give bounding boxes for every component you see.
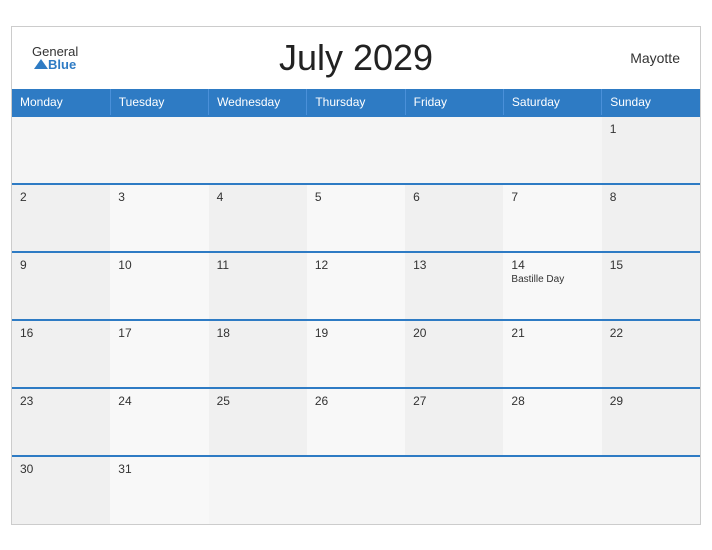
header-tuesday: Tuesday [110, 89, 208, 116]
calendar-cell: 25 [209, 388, 307, 456]
day-number: 25 [217, 394, 299, 408]
day-number: 10 [118, 258, 200, 272]
day-number: 26 [315, 394, 397, 408]
calendar-cell [209, 456, 307, 524]
day-number: 15 [610, 258, 692, 272]
calendar-cell: 13 [405, 252, 503, 320]
calendar-week-row: 16 17 18 19 20 21 22 [12, 320, 700, 388]
header-wednesday: Wednesday [209, 89, 307, 116]
calendar-cell: 15 [602, 252, 700, 320]
day-number: 13 [413, 258, 495, 272]
calendar-cell: 6 [405, 184, 503, 252]
calendar-cell: 19 [307, 320, 405, 388]
day-number: 23 [20, 394, 102, 408]
day-number: 1 [610, 122, 692, 136]
day-number: 11 [217, 258, 299, 272]
calendar-week-row: 9 10 11 12 13 14 Bastille Day 15 [12, 252, 700, 320]
calendar-cell: 4 [209, 184, 307, 252]
calendar-cell: 14 Bastille Day [503, 252, 601, 320]
calendar-cell: 8 [602, 184, 700, 252]
calendar-cell: 16 [12, 320, 110, 388]
calendar-cell: 21 [503, 320, 601, 388]
day-number: 9 [20, 258, 102, 272]
calendar-cell: 31 [110, 456, 208, 524]
calendar-week-row: 2 3 4 5 6 7 8 [12, 184, 700, 252]
day-number: 7 [511, 190, 593, 204]
day-number: 27 [413, 394, 495, 408]
day-number: 22 [610, 326, 692, 340]
day-number: 31 [118, 462, 200, 476]
logo-blue-text: Blue [48, 58, 76, 71]
calendar-cell: 11 [209, 252, 307, 320]
day-number: 18 [217, 326, 299, 340]
calendar-header: General Blue July 2029 Mayotte [12, 27, 700, 89]
logo-triangle-icon [34, 59, 48, 69]
calendar-cell: 2 [12, 184, 110, 252]
calendar-cell [503, 456, 601, 524]
day-number: 8 [610, 190, 692, 204]
header-monday: Monday [12, 89, 110, 116]
calendar-location: Mayotte [630, 50, 680, 66]
day-number: 29 [610, 394, 692, 408]
header-thursday: Thursday [307, 89, 405, 116]
calendar-cell: 12 [307, 252, 405, 320]
calendar-cell [110, 116, 208, 184]
day-number: 14 [511, 258, 593, 272]
calendar-cell: 20 [405, 320, 503, 388]
day-number: 16 [20, 326, 102, 340]
calendar-cell [12, 116, 110, 184]
day-number: 5 [315, 190, 397, 204]
calendar-cell: 22 [602, 320, 700, 388]
calendar-cell: 5 [307, 184, 405, 252]
calendar-cell: 27 [405, 388, 503, 456]
calendar-cell [307, 116, 405, 184]
day-number: 19 [315, 326, 397, 340]
header-sunday: Sunday [602, 89, 700, 116]
day-number: 17 [118, 326, 200, 340]
weekday-header-row: Monday Tuesday Wednesday Thursday Friday… [12, 89, 700, 116]
calendar-cell [405, 456, 503, 524]
day-number: 20 [413, 326, 495, 340]
calendar-cell: 17 [110, 320, 208, 388]
calendar-container: General Blue July 2029 Mayotte Monday Tu… [11, 26, 701, 525]
calendar-cell: 3 [110, 184, 208, 252]
calendar-cell: 9 [12, 252, 110, 320]
calendar-cell: 30 [12, 456, 110, 524]
calendar-cell: 7 [503, 184, 601, 252]
calendar-cell: 18 [209, 320, 307, 388]
logo: General Blue [32, 45, 78, 71]
day-number: 12 [315, 258, 397, 272]
calendar-cell: 23 [12, 388, 110, 456]
calendar-week-row: 23 24 25 26 27 28 29 [12, 388, 700, 456]
day-number: 21 [511, 326, 593, 340]
calendar-week-row: 1 [12, 116, 700, 184]
calendar-cell [209, 116, 307, 184]
day-number: 30 [20, 462, 102, 476]
day-number: 4 [217, 190, 299, 204]
calendar-cell [503, 116, 601, 184]
calendar-cell [602, 456, 700, 524]
day-number: 28 [511, 394, 593, 408]
day-number: 6 [413, 190, 495, 204]
calendar-week-row: 30 31 [12, 456, 700, 524]
day-event: Bastille Day [511, 274, 593, 285]
calendar-cell: 10 [110, 252, 208, 320]
calendar-cell: 28 [503, 388, 601, 456]
calendar-cell: 29 [602, 388, 700, 456]
calendar-title: July 2029 [279, 37, 433, 79]
calendar-body: 1234567891011121314Bastille Day151617181… [12, 116, 700, 524]
day-number: 24 [118, 394, 200, 408]
day-number: 2 [20, 190, 102, 204]
calendar-grid: Monday Tuesday Wednesday Thursday Friday… [12, 89, 700, 524]
header-friday: Friday [405, 89, 503, 116]
calendar-cell: 1 [602, 116, 700, 184]
header-saturday: Saturday [503, 89, 601, 116]
calendar-cell: 24 [110, 388, 208, 456]
calendar-cell [405, 116, 503, 184]
calendar-cell: 26 [307, 388, 405, 456]
calendar-cell [307, 456, 405, 524]
day-number: 3 [118, 190, 200, 204]
